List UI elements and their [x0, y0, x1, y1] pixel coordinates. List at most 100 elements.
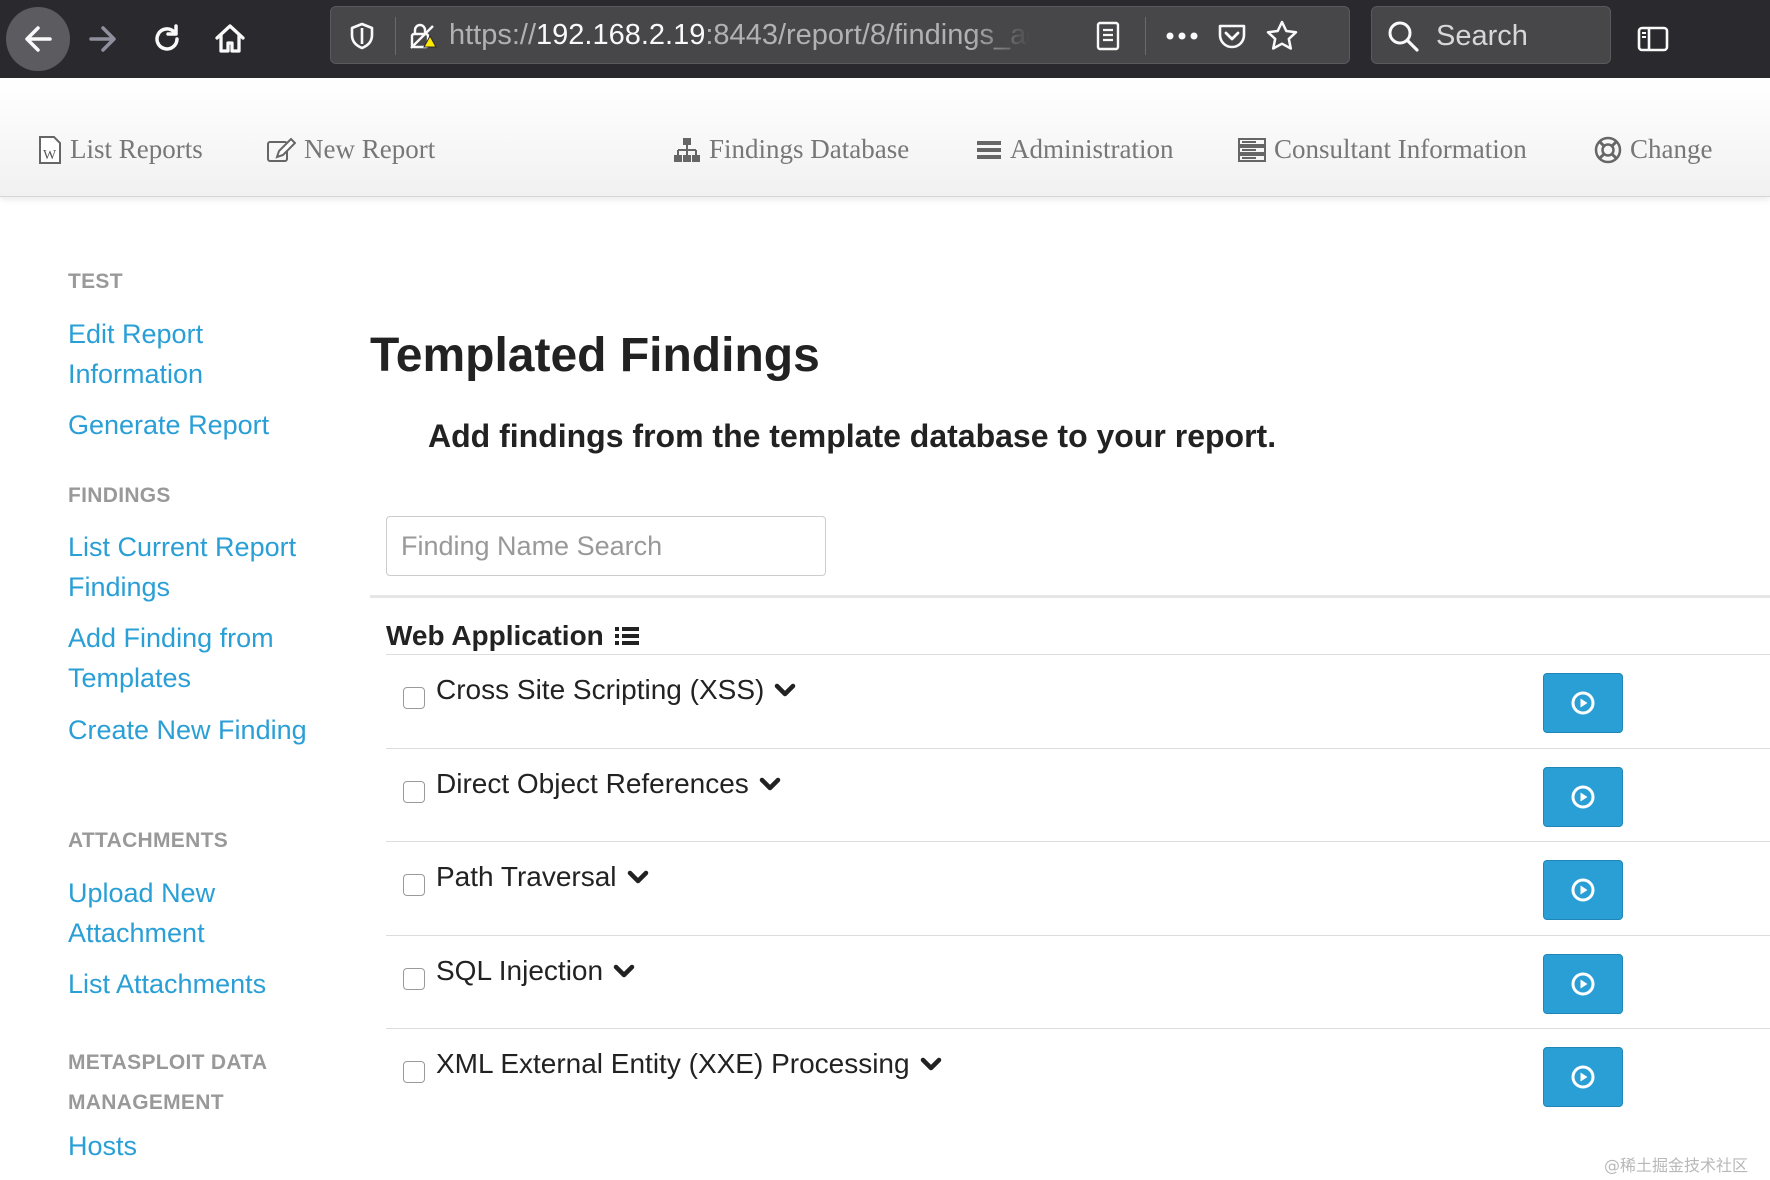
category-title: Web Application	[386, 620, 604, 651]
finding-name-label: Direct Object References	[436, 767, 749, 799]
back-button[interactable]	[6, 7, 70, 71]
page-title: Templated Findings	[370, 329, 820, 382]
finding-name[interactable]: Cross Site Scripting (XSS)	[436, 674, 796, 706]
play-circle-icon	[1571, 691, 1595, 715]
finding-preview-button[interactable]	[1543, 766, 1623, 827]
finding-name[interactable]: Path Traversal	[436, 861, 649, 893]
sidebar-toggle-button[interactable]	[1622, 8, 1684, 70]
chevron-down-icon	[775, 683, 796, 697]
urlbar-separator	[1145, 17, 1146, 55]
nav-findings-database[interactable]: Findings Database	[673, 134, 909, 165]
bookmark-button[interactable]	[1261, 15, 1303, 57]
home-icon	[215, 24, 245, 53]
url-fade	[971, 11, 1031, 59]
sidebar-link-create-new-finding[interactable]: Create New Finding	[68, 710, 308, 750]
url-scheme: https://	[449, 19, 537, 51]
forward-button[interactable]	[72, 8, 134, 70]
sidebar-link-add-finding-from-templates[interactable]: Add Finding from Templates	[68, 618, 308, 698]
sidebar-heading-attachments: ATTACHMENTS	[68, 829, 229, 852]
url-text[interactable]: https://192.168.2.19:8443/report/8/findi…	[449, 19, 1029, 52]
reload-button[interactable]	[136, 8, 198, 70]
sidebar-heading-findings: FINDINGS	[68, 484, 171, 507]
chevron-down-icon	[920, 1057, 941, 1071]
browser-search-placeholder: Search	[1436, 20, 1528, 52]
search-icon	[1388, 21, 1419, 52]
divider	[370, 595, 1770, 598]
svg-text:W: W	[43, 148, 57, 163]
pocket-icon	[1218, 24, 1246, 49]
more-icon	[1166, 32, 1198, 40]
row-divider	[386, 747, 1770, 749]
word-file-icon: W	[39, 135, 61, 164]
home-button[interactable]	[199, 8, 261, 70]
chevron-down-icon	[759, 777, 781, 790]
nav-administration-label: Administration	[1010, 134, 1174, 164]
finding-checkbox[interactable]	[403, 874, 425, 896]
finding-name-label: XML External Entity (XXE) Processing	[436, 1048, 910, 1079]
finding-preview-button[interactable]	[1543, 860, 1623, 920]
nav-change[interactable]: Change	[1594, 134, 1712, 165]
reader-view-button[interactable]	[1087, 15, 1129, 57]
finding-checkbox[interactable]	[403, 1061, 425, 1083]
nav-list-reports[interactable]: W List Reports	[38, 134, 203, 165]
row-divider	[386, 654, 1770, 655]
finding-name-label: SQL Injection	[436, 954, 604, 986]
reader-view-icon	[1096, 21, 1120, 51]
nav-new-report[interactable]: New Report	[266, 134, 435, 165]
nav-new-report-label: New Report	[304, 134, 436, 164]
browser-search-box[interactable]: Search	[1371, 6, 1611, 64]
nav-consultant-information[interactable]: Consultant Information	[1238, 134, 1527, 165]
forward-icon	[89, 26, 116, 52]
finding-name-search-input[interactable]	[386, 516, 826, 576]
chevron-down-icon	[613, 964, 635, 977]
server-icon	[1238, 137, 1266, 162]
tracking-shield-icon	[350, 22, 374, 50]
sidebar-link-hosts[interactable]: Hosts	[68, 1126, 308, 1166]
nav-administration[interactable]: Administration	[976, 134, 1174, 165]
page-actions-button[interactable]	[1161, 15, 1203, 57]
watermark: @稀土掘金技术社区	[1604, 1156, 1749, 1175]
play-circle-icon	[1571, 1065, 1595, 1089]
row-divider	[386, 841, 1770, 842]
lifebuoy-icon	[1594, 136, 1622, 163]
tracking-protection-button[interactable]	[341, 15, 383, 57]
finding-name-label: Path Traversal	[436, 861, 617, 892]
sidebar-icon	[1637, 26, 1669, 52]
nav-list-reports-label: List Reports	[70, 134, 203, 164]
nav-findings-database-label: Findings Database	[709, 134, 910, 164]
finding-name[interactable]: SQL Injection	[436, 955, 635, 987]
sidebar-link-generate-report[interactable]: Generate Report	[68, 405, 308, 445]
sidebar-link-list-current-report-findings[interactable]: List Current Report Findings	[68, 527, 308, 607]
sidebar-link-upload-new-attachment[interactable]: Upload New Attachment	[68, 873, 308, 953]
urlbar-separator	[395, 17, 396, 55]
finding-checkbox[interactable]	[403, 780, 425, 803]
insecure-lock-icon	[410, 23, 437, 49]
row-divider	[386, 934, 1770, 936]
play-circle-icon	[1571, 785, 1595, 808]
app-navbar: W List Reports New Report Findings Datab…	[0, 78, 1770, 197]
page-subtitle: Add findings from the template database …	[428, 418, 1277, 454]
finding-preview-button[interactable]	[1543, 953, 1623, 1014]
play-circle-icon	[1571, 878, 1595, 902]
finding-checkbox[interactable]	[403, 687, 425, 709]
sidebar-heading-test: TEST	[68, 270, 123, 293]
bookmark-star-icon	[1266, 20, 1298, 50]
pocket-button[interactable]	[1211, 15, 1253, 57]
menu-lines-icon	[977, 140, 1001, 159]
sidebar-link-edit-report-information[interactable]: Edit Report Information	[68, 314, 308, 394]
finding-preview-button[interactable]	[1543, 1047, 1623, 1107]
url-bar[interactable]: https://192.168.2.19:8443/report/8/findi…	[330, 6, 1350, 64]
nav-change-label: Change	[1630, 134, 1713, 164]
nav-consultant-information-label: Consultant Information	[1274, 134, 1527, 164]
finding-name[interactable]: XML External Entity (XXE) Processing	[436, 1048, 942, 1080]
category-header[interactable]: Web Application	[386, 620, 640, 652]
finding-preview-button[interactable]	[1543, 673, 1623, 733]
site-info-button[interactable]	[401, 15, 443, 57]
sidebar-link-list-attachments[interactable]: List Attachments	[68, 964, 308, 1004]
play-circle-icon	[1571, 972, 1595, 995]
chevron-down-icon	[627, 870, 648, 884]
finding-name[interactable]: Direct Object References	[436, 768, 781, 800]
finding-checkbox[interactable]	[403, 967, 425, 990]
url-host: 192.168.2.19	[536, 19, 706, 51]
back-icon	[25, 26, 52, 52]
